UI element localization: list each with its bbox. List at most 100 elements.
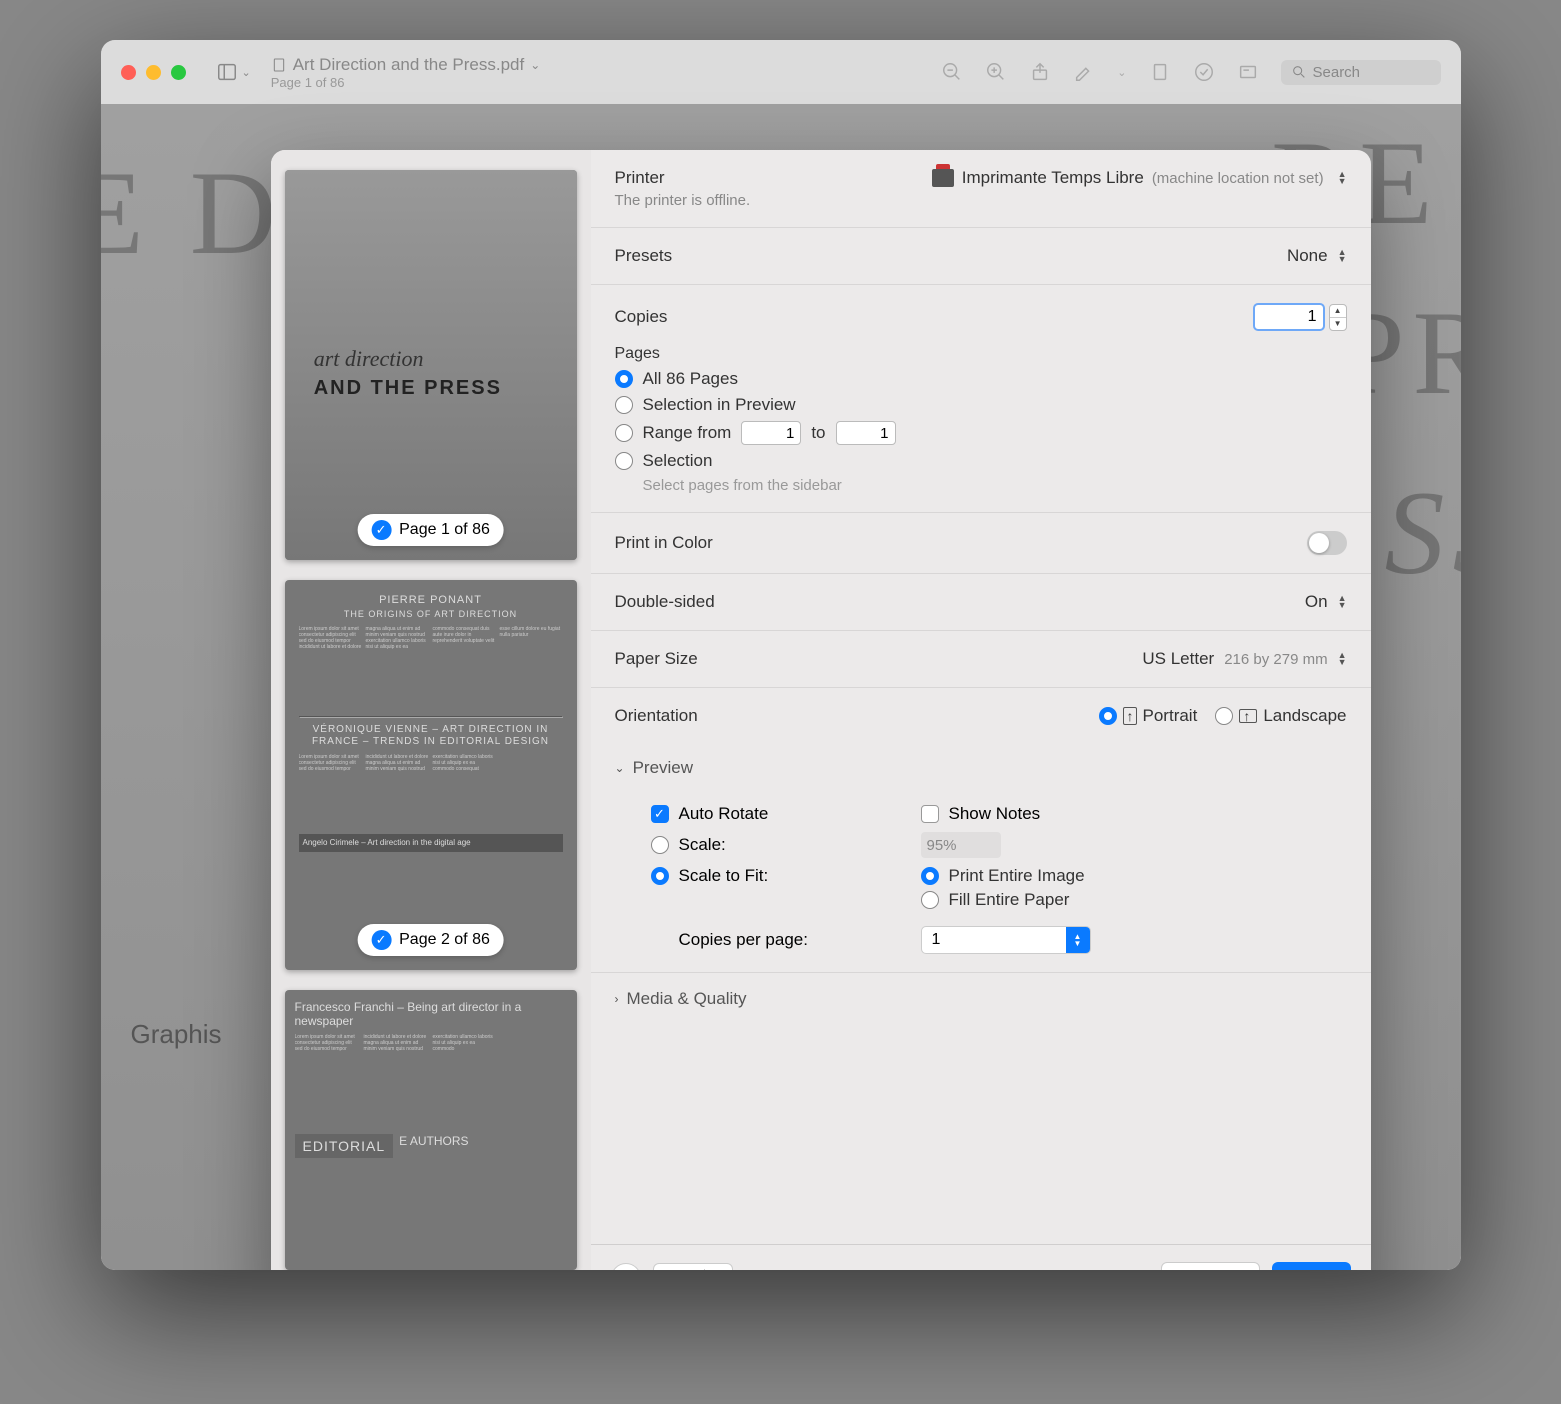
preview-header-label: Preview — [633, 758, 693, 778]
auto-rotate-checkbox[interactable]: ✓ — [651, 805, 669, 823]
orientation-portrait[interactable]: ↑ Portrait — [1099, 706, 1198, 726]
double-sided-select[interactable]: On ▲▼ — [1305, 592, 1347, 612]
sidebar-toggle[interactable]: ⌄ — [216, 61, 251, 83]
thumb-heading: Francesco Franchi – Being art director i… — [295, 1000, 567, 1028]
paper-size-dims: 216 by 279 mm — [1224, 651, 1327, 668]
markup-icon[interactable] — [1193, 61, 1215, 83]
preview-window: ⌄ Art Direction and the Press.pdf ⌄ Page… — [101, 40, 1461, 1270]
landscape-icon: ↑ — [1239, 709, 1257, 723]
thumbnail-page-3[interactable]: Francesco Franchi – Being art director i… — [285, 990, 577, 1270]
zoom-out-icon[interactable] — [941, 61, 963, 83]
pages-selection-option[interactable]: Selection — [615, 451, 1347, 471]
portrait-label: Portrait — [1143, 706, 1198, 726]
page-thumbnails[interactable]: art direction AND THE PRESS ✓ Page 1 of … — [271, 150, 591, 1270]
chevron-updown-icon: ▲▼ — [1338, 595, 1347, 609]
thumbnail-label: ✓ Page 2 of 86 — [357, 924, 504, 956]
printer-select[interactable]: Imprimante Temps Libre (machine location… — [932, 168, 1347, 188]
fill-paper-label: Fill Entire Paper — [949, 890, 1070, 910]
orientation-landscape[interactable]: ↑ Landscape — [1215, 706, 1346, 726]
range-from-input[interactable] — [741, 421, 801, 445]
search-icon — [1291, 64, 1307, 80]
help-button[interactable]: ? — [611, 1263, 641, 1271]
title-block: Art Direction and the Press.pdf ⌄ Page 1… — [271, 55, 541, 90]
scale-fit-label: Scale to Fit: — [679, 866, 769, 886]
presets-select[interactable]: None ▲▼ — [1287, 246, 1347, 266]
highlight-icon[interactable] — [1073, 61, 1095, 83]
copies-input[interactable] — [1253, 303, 1325, 331]
thumb-heading: VÉRONIQUE VIENNE – ART DIRECTION IN FRAN… — [299, 724, 563, 748]
paper-size-label: Paper Size — [615, 649, 698, 669]
print-entire-label: Print Entire Image — [949, 866, 1085, 886]
print-button[interactable]: Print — [1272, 1262, 1351, 1271]
range-to-input[interactable] — [836, 421, 896, 445]
pages-selpreview-label: Selection in Preview — [643, 395, 796, 415]
printer-icon — [932, 169, 954, 187]
search-field[interactable]: Search — [1281, 60, 1441, 85]
landscape-label: Landscape — [1263, 706, 1346, 726]
range-to-label: to — [811, 423, 825, 443]
pages-selection-preview-option[interactable]: Selection in Preview — [615, 395, 1347, 415]
thumb-heading: PIERRE PONANT — [299, 594, 563, 607]
radio-icon — [921, 891, 939, 909]
form-icon[interactable] — [1237, 61, 1259, 83]
thumbnail-page-1[interactable]: art direction AND THE PRESS ✓ Page 1 of … — [285, 170, 577, 560]
cancel-button[interactable]: Cancel — [1161, 1262, 1260, 1271]
thumbnail-label: ✓ Page 1 of 86 — [357, 514, 504, 546]
minimize-window-button[interactable] — [146, 65, 161, 80]
copies-per-label: Copies per page: — [679, 930, 808, 950]
pages-selection-label: Selection — [643, 451, 713, 471]
zoom-window-button[interactable] — [171, 65, 186, 80]
color-toggle[interactable] — [1307, 531, 1347, 555]
zoom-in-icon[interactable] — [985, 61, 1007, 83]
pdf-menu-button[interactable]: PDF ⌄ — [653, 1263, 733, 1271]
printer-status: The printer is offline. — [615, 192, 1347, 209]
copies-per-select[interactable]: 1 ▲▼ — [921, 926, 1091, 954]
print-settings: Printer Imprimante Temps Libre (machine … — [591, 150, 1371, 1270]
toolbar: ⌄ Search — [941, 60, 1440, 85]
window-controls — [121, 65, 186, 80]
fill-paper-option[interactable]: Fill Entire Paper — [921, 890, 1085, 910]
chevron-down-icon[interactable]: ⌄ — [1117, 66, 1126, 79]
page-number-label: Page 1 of 86 — [399, 521, 490, 539]
close-window-button[interactable] — [121, 65, 136, 80]
copies-per-value: 1 — [932, 931, 941, 949]
printer-location: (machine location not set) — [1152, 170, 1324, 187]
show-notes-checkbox[interactable] — [921, 805, 939, 823]
radio-icon — [615, 452, 633, 470]
stepper-up-icon[interactable]: ▲ — [1330, 305, 1346, 318]
chevron-updown-icon: ▲▼ — [1338, 652, 1347, 666]
scale-fit-radio[interactable] — [651, 867, 669, 885]
chevron-updown-icon: ▲▼ — [1066, 927, 1090, 953]
printer-name: Imprimante Temps Libre — [962, 168, 1144, 188]
paper-size-value: US Letter — [1142, 649, 1214, 669]
sidebar-icon — [216, 61, 238, 83]
show-notes-label: Show Notes — [949, 804, 1041, 824]
check-icon: ✓ — [371, 930, 391, 950]
chevron-down-icon: ⌄ — [242, 66, 251, 79]
share-icon[interactable] — [1029, 61, 1051, 83]
pages-all-label: All 86 Pages — [643, 369, 738, 389]
stepper-down-icon[interactable]: ▼ — [1330, 318, 1346, 330]
dialog-footer: ? PDF ⌄ Cancel Print — [591, 1244, 1371, 1270]
media-quality-disclosure[interactable]: › Media & Quality — [615, 989, 1347, 1009]
preview-disclosure[interactable]: ⌄ Preview — [615, 758, 1347, 778]
radio-icon — [615, 370, 633, 388]
page-number-label: Page 2 of 86 — [399, 931, 490, 949]
scale-radio[interactable] — [651, 836, 669, 854]
check-icon: ✓ — [371, 520, 391, 540]
copies-stepper[interactable]: ▲ ▼ — [1329, 304, 1347, 331]
pages-label: Pages — [615, 345, 1347, 363]
rotate-icon[interactable] — [1149, 61, 1171, 83]
thumbnail-page-2[interactable]: PIERRE PONANT THE ORIGINS OF ART DIRECTI… — [285, 580, 577, 970]
scale-label: Scale: — [679, 835, 726, 855]
print-entire-option[interactable]: Print Entire Image — [921, 866, 1085, 886]
pages-range-option[interactable]: Range from to — [615, 421, 1347, 445]
paper-size-select[interactable]: US Letter 216 by 279 mm ▲▼ — [1142, 649, 1346, 669]
titlebar: ⌄ Art Direction and the Press.pdf ⌄ Page… — [101, 40, 1461, 104]
thumb-heading: Angelo Cirimele – Art direction in the d… — [299, 834, 563, 852]
pages-all-option[interactable]: All 86 Pages — [615, 369, 1347, 389]
orientation-label: Orientation — [615, 706, 698, 726]
media-header-label: Media & Quality — [627, 989, 747, 1009]
chevron-down-icon[interactable]: ⌄ — [530, 58, 540, 72]
thumb-art-text: AND THE PRESS — [314, 377, 502, 400]
